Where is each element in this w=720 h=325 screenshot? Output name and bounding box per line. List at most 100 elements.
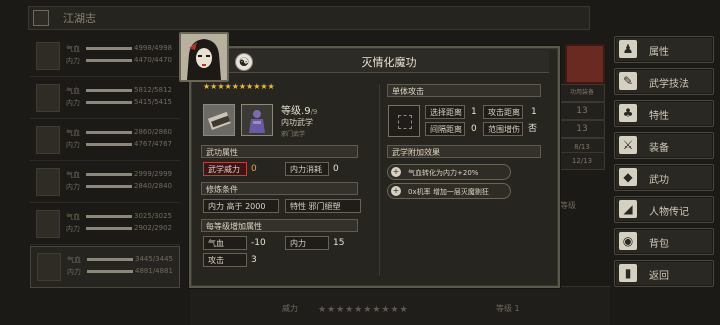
growth-section-head: 每等级增加属性 xyxy=(201,219,358,232)
bag-icon: ◉ xyxy=(619,232,637,250)
hp-value: 4998/4998 xyxy=(134,44,172,52)
range-aoe-value: 否 xyxy=(528,124,538,134)
hp-value: 2860/2860 xyxy=(134,128,172,136)
avatar xyxy=(36,84,60,112)
skill-type: 内功武学 xyxy=(281,118,313,127)
level-label-bg: 等级 xyxy=(560,201,576,210)
attack-range-grid-icon xyxy=(388,105,420,137)
menu-item-martial-arts[interactable]: ✎ 武学技法 xyxy=(614,68,714,95)
hp-bar xyxy=(86,173,132,176)
party-row[interactable]: 气血 2860/2860 内力 4767/4767 xyxy=(30,120,180,161)
tag-icon: ◢ xyxy=(619,200,637,218)
attack-section-head: 单体攻击 xyxy=(387,84,541,97)
menu-item-inventory[interactable]: ◉ 背包 xyxy=(614,228,714,255)
header-title: 江湖志 xyxy=(63,12,96,25)
menu-item-equipment[interactable]: ⚔ 装备 xyxy=(614,132,714,159)
hp-label: 气血 xyxy=(66,129,80,137)
menu-label: 武学技法 xyxy=(649,79,689,90)
mp-label: 内力 xyxy=(66,57,80,65)
hp-label: 气血 xyxy=(66,87,80,95)
mp-label: 内力 xyxy=(66,99,80,107)
stat-cell: 13 xyxy=(559,120,605,138)
party-row-selected[interactable]: 气血 3445/3445 内力 4881/4881 xyxy=(30,246,180,288)
effect-item[interactable]: + 0x机率 增加一层灭魔剔狂 xyxy=(387,183,511,199)
range-attack-label: 攻击距离 xyxy=(483,105,523,119)
attr-cost-value: 0 xyxy=(333,164,339,174)
star-rating: ★★★★★★★★★★ xyxy=(203,82,275,91)
power-label: 威力 xyxy=(282,304,298,313)
party-row[interactable]: 气血 3025/3025 内力 2902/2902 xyxy=(30,204,180,245)
mp-value: 2902/2902 xyxy=(134,224,172,232)
hp-bar xyxy=(86,47,132,50)
mp-value: 4470/4470 xyxy=(134,56,172,64)
menu-item-back[interactable]: ▮ 返回 xyxy=(614,260,714,287)
back-icon[interactable] xyxy=(33,10,49,26)
character-portrait xyxy=(179,32,229,82)
menu-label: 人物传记 xyxy=(649,207,689,218)
effect-text: 气血转化为内力+20% xyxy=(408,169,479,177)
skill-detail-dialog: 灭情化魔功 ☯ ★★★★★★★★★★ 等级.9/9 内功武学 邪门武学 武功属性… xyxy=(179,32,560,288)
hp-value: 3025/3025 xyxy=(134,212,172,220)
skill-book-icon xyxy=(203,104,235,136)
level-text: 等级 1 xyxy=(496,304,520,313)
column-divider xyxy=(379,84,380,276)
yin-yang-icon: ☯ xyxy=(235,53,253,71)
person-icon: ♟ xyxy=(619,40,637,58)
menu-item-skills[interactable]: ◆ 武功 xyxy=(614,164,714,191)
sword-icon: ⚔ xyxy=(619,136,637,154)
trait-icon: ♣ xyxy=(619,104,637,122)
req-section-head: 修炼条件 xyxy=(201,182,358,195)
attr-cost-label: 内力消耗 xyxy=(285,162,329,176)
star-rating: ★★★★★★★★★★ xyxy=(318,305,409,315)
party-list: 气血 4998/4998 内力 4470/4470 气血 5812/5812 内… xyxy=(30,36,180,289)
avatar xyxy=(37,253,61,281)
avatar xyxy=(36,42,60,70)
growth-mp-label: 内力 xyxy=(285,236,329,250)
effect-item[interactable]: + 气血转化为内力+20% xyxy=(387,164,511,180)
menu-item-attributes[interactable]: ♟ 属性 xyxy=(614,36,714,63)
avatar xyxy=(36,168,60,196)
menu-label: 特性 xyxy=(649,111,669,122)
mp-bar xyxy=(86,143,132,146)
party-row[interactable]: 气血 2999/2999 内力 2840/2840 xyxy=(30,162,180,203)
mp-label: 内力 xyxy=(66,183,80,191)
menu-item-traits[interactable]: ♣ 特性 xyxy=(614,100,714,127)
mp-value: 4881/4881 xyxy=(135,267,173,275)
side-menu: ♟ 属性 ✎ 武学技法 ♣ 特性 ⚔ 装备 ◆ 武功 ◢ 人物传记 ◉ 背包 ▮… xyxy=(614,36,714,292)
effects-section-head: 武学附加效果 xyxy=(387,145,541,158)
mp-label: 内力 xyxy=(66,225,80,233)
plus-icon: + xyxy=(391,167,401,177)
mp-bar xyxy=(86,185,132,188)
attr-power-value: 0 xyxy=(251,164,257,174)
mp-bar xyxy=(86,59,132,62)
bottom-bar: 威力 ★★★★★★★★★★ 等级 1 xyxy=(190,286,610,325)
range-aoe-label: 范围增伤 xyxy=(483,122,523,136)
hp-bar xyxy=(86,215,132,218)
menu-label: 装备 xyxy=(649,143,669,154)
growth-mp-value: 15 xyxy=(333,238,345,248)
party-row[interactable]: 气血 5812/5812 内力 5415/5415 xyxy=(30,78,180,119)
hp-value: 3445/3445 xyxy=(135,255,173,263)
side-stats: 功用装备 13 13 8/13 12/13 xyxy=(555,40,605,280)
header-bar: 江湖志 xyxy=(28,6,590,30)
mp-bar xyxy=(86,227,132,230)
dialog-title-bar: 灭情化魔功 xyxy=(229,50,549,73)
party-row[interactable]: 气血 4998/4998 内力 4470/4470 xyxy=(30,36,180,77)
skill-title: 灭情化魔功 xyxy=(361,56,417,69)
level-max: /9 xyxy=(310,108,318,116)
hp-value: 5812/5812 xyxy=(134,86,172,94)
mp-label: 内力 xyxy=(67,268,81,276)
menu-label: 返回 xyxy=(649,271,669,282)
stat-cell: 功用装备 xyxy=(559,84,605,102)
mp-value: 5415/5415 xyxy=(134,98,172,106)
book-icon: ◆ xyxy=(619,168,637,186)
range-interval-value: 0 xyxy=(471,124,477,134)
mp-bar xyxy=(87,270,133,273)
range-attack-value: 1 xyxy=(531,107,537,117)
menu-item-biography[interactable]: ◢ 人物传记 xyxy=(614,196,714,223)
scroll-icon: ✎ xyxy=(619,72,637,90)
mp-label: 内力 xyxy=(66,141,80,149)
attr-power-label: 武学威力 xyxy=(203,162,247,176)
hp-bar xyxy=(86,89,132,92)
skill-school: 邪门武学 xyxy=(281,131,306,138)
